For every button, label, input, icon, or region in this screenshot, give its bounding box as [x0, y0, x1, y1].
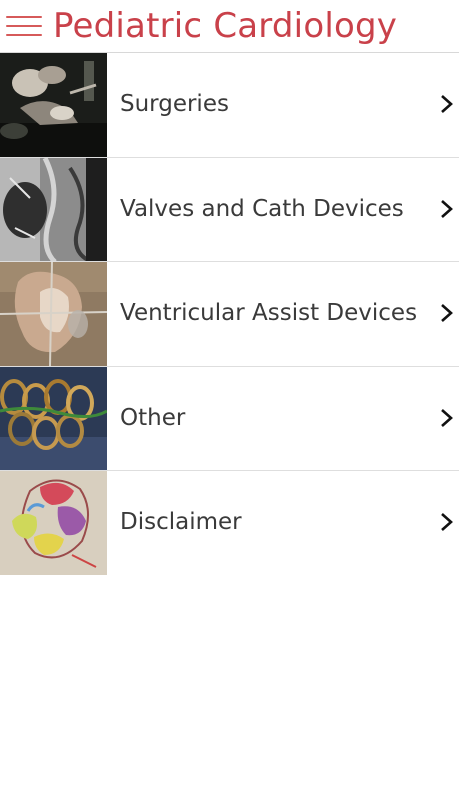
menu-item-label: Ventricular Assist Devices — [120, 300, 418, 326]
angiogram-thumbnail — [0, 157, 107, 261]
chevron-right-icon — [441, 408, 453, 427]
heart-model-thumbnail — [0, 262, 107, 366]
menu-item-ventricular-assist-devices[interactable]: Ventricular Assist Devices — [0, 262, 459, 367]
chevron-right-icon — [441, 199, 453, 218]
category-menu: Surgeries Valves and Cath Devices Ventri… — [0, 53, 459, 576]
menu-item-surgeries[interactable]: Surgeries — [0, 53, 459, 158]
menu-item-valves-cath-devices[interactable]: Valves and Cath Devices — [0, 157, 459, 262]
heart-sketch-thumbnail — [0, 471, 107, 575]
menu-item-label: Other — [120, 404, 186, 431]
menu-item-other[interactable]: Other — [0, 366, 459, 471]
wire-coils-thumbnail — [0, 366, 107, 470]
app-header: Pediatric Cardiology — [0, 0, 459, 53]
menu-item-label: Disclaimer — [120, 509, 242, 535]
chevron-right-icon — [441, 95, 453, 113]
menu-item-label: Surgeries — [120, 91, 229, 117]
menu-item-disclaimer[interactable]: Disclaimer — [0, 471, 459, 576]
hamburger-menu-icon[interactable] — [6, 15, 42, 37]
chevron-right-icon — [441, 513, 453, 531]
surgery-thumbnail — [0, 53, 107, 157]
chevron-right-icon — [441, 304, 453, 322]
menu-item-label: Valves and Cath Devices — [120, 195, 404, 222]
app-title: Pediatric Cardiology — [53, 6, 398, 46]
